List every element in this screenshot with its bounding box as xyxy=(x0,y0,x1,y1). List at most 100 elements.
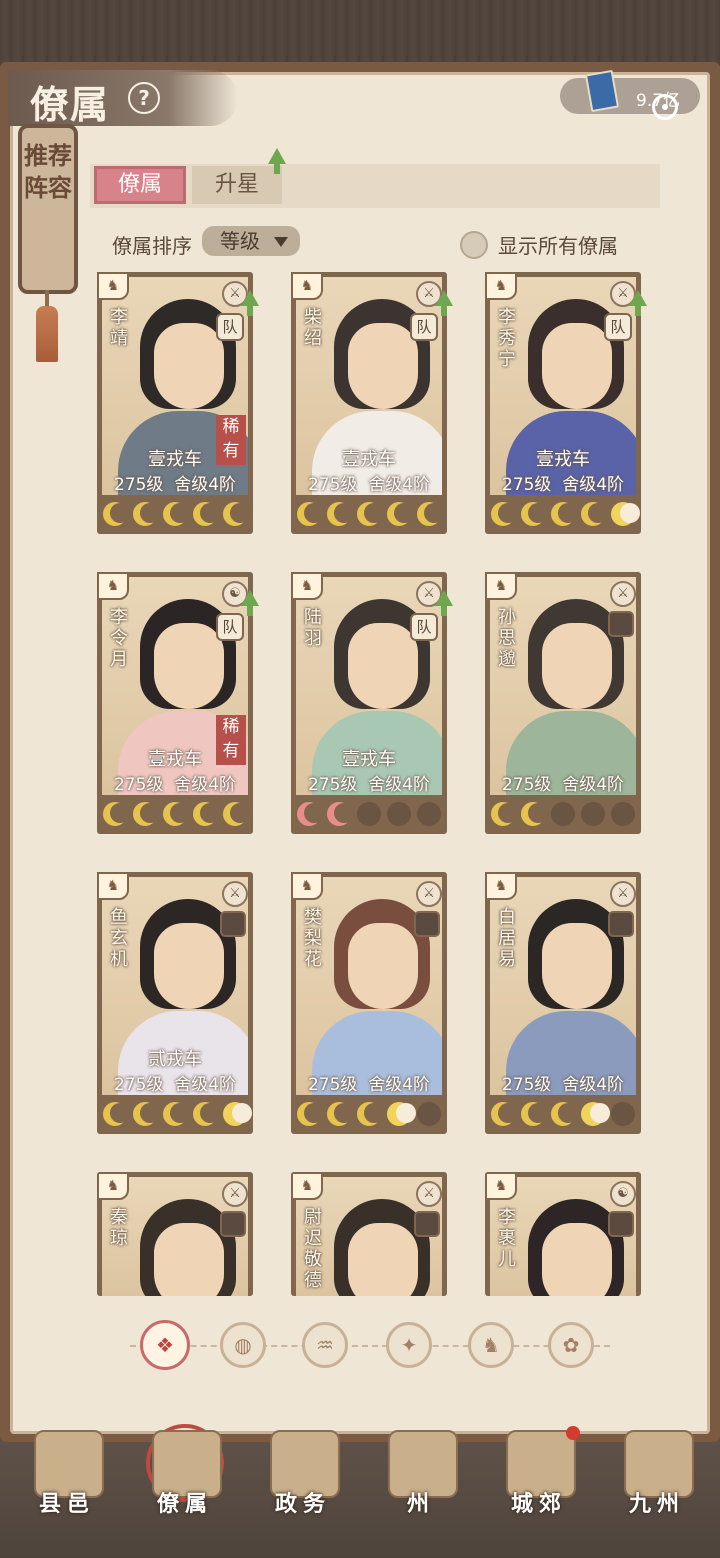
house-level: 舍级4阶 xyxy=(368,475,431,495)
moon-icon xyxy=(521,1102,548,1126)
floating-menu-icon[interactable] xyxy=(652,94,678,120)
nav-item[interactable]: 县邑 xyxy=(12,1422,122,1542)
sort-value: 等级 xyxy=(220,229,260,253)
moon-icon xyxy=(551,502,578,526)
level-and-house: 275级 舍级4阶 xyxy=(102,770,248,795)
moon-icon xyxy=(133,802,160,826)
star-moons xyxy=(297,1102,441,1128)
team-tag: 队 xyxy=(410,313,438,341)
portrait-face xyxy=(154,1223,224,1296)
portrait: 李 秀 宁 ⚔ 队壹戎车 275级 舍级4阶 xyxy=(490,277,636,495)
moon-icon xyxy=(357,802,381,826)
moon-icon xyxy=(163,502,190,526)
moon-icon xyxy=(327,502,354,526)
retainer-name: 樊 梨 花 xyxy=(304,907,322,970)
faction-4-icon[interactable]: ♞ xyxy=(468,1322,514,1368)
all-icon[interactable]: ❖ xyxy=(140,1320,190,1370)
bookmark-label: 推荐阵容 xyxy=(24,141,72,202)
page-title: 僚属 xyxy=(30,82,111,127)
moon-icon xyxy=(357,1102,384,1126)
retainer-card[interactable]: 秦 琼 ⚔ ♞ xyxy=(97,1172,253,1296)
chariot-rank: 壹戎车 xyxy=(342,449,396,470)
show-all-toggle[interactable] xyxy=(460,231,488,259)
portrait: 柴 绍 ⚔ 队壹戎车 275级 舍级4阶 xyxy=(296,277,442,495)
moon-icon xyxy=(133,1102,160,1126)
faction-3-icon[interactable]: ✦ xyxy=(386,1322,432,1368)
nav-item[interactable]: 政务 xyxy=(248,1422,358,1542)
retainer-card[interactable]: 尉 迟 敬 德 ⚔ ♞ xyxy=(291,1172,447,1296)
retainer-card[interactable]: 李 裹 儿 ☯ ♞ xyxy=(485,1172,641,1296)
retainer-card[interactable]: 柴 绍 ⚔ 队壹戎车 275级 舍级4阶 ♞ xyxy=(291,272,447,534)
retainer-card[interactable]: 白 居 易 ⚔ 275级 舍级4阶 ♞ xyxy=(485,872,641,1134)
nav-item[interactable]: 九州 xyxy=(602,1422,712,1542)
moon-icon xyxy=(521,802,548,826)
retainer-card[interactable]: 李 秀 宁 ⚔ 队壹戎车 275级 舍级4阶 ♞ xyxy=(485,272,641,534)
weapon-icon: ⚔ xyxy=(610,581,636,607)
faction-icon: ♞ xyxy=(291,272,323,300)
level-and-house: 275级 舍级4阶 xyxy=(490,770,636,795)
weapon-icon: ⚔ xyxy=(222,881,248,907)
level-value: 275级 xyxy=(307,1075,358,1095)
retainer-card[interactable]: 陆 羽 ⚔ 队壹戎车 275级 舍级4阶 ♞ xyxy=(291,572,447,834)
portrait-face xyxy=(154,623,224,709)
tab-star-up[interactable]: 升星 xyxy=(192,166,282,204)
moon-icon xyxy=(133,502,160,526)
nav-label: 政务 xyxy=(274,1491,331,1517)
weapon-icon: ⚔ xyxy=(222,1181,248,1207)
level-and-house: 275级 舍级4阶 xyxy=(296,770,442,795)
sort-dropdown[interactable]: 等级 xyxy=(202,226,300,256)
level-and-house: 275级 舍级4阶 xyxy=(296,1070,442,1095)
moon-icon xyxy=(491,1102,518,1126)
portrait-face xyxy=(348,323,418,409)
nav-label: 城郊 xyxy=(510,1491,567,1517)
faction-icon: ♞ xyxy=(97,272,129,300)
help-button[interactable]: ? xyxy=(128,82,160,114)
portrait-face xyxy=(542,623,612,709)
retainer-card[interactable]: 李 靖 ⚔ 队稀 有壹戎车 275级 舍级4阶 ♞ xyxy=(97,272,253,534)
portrait-face xyxy=(542,1223,612,1296)
portrait: 樊 梨 花 ⚔ 275级 舍级4阶 xyxy=(296,877,442,1095)
moon-icon xyxy=(611,502,640,526)
level-value: 275级 xyxy=(307,475,358,495)
portrait: 李 令 月 ☯ 队稀 有壹戎车 275级 舍级4阶 xyxy=(102,577,248,795)
tab-retainers[interactable]: 僚属 xyxy=(94,166,186,204)
house-level: 舍级4阶 xyxy=(174,1075,237,1095)
retainer-card[interactable]: 孙 思 邈 ⚔ 275级 舍级4阶 ♞ xyxy=(485,572,641,834)
moon-icon xyxy=(387,502,414,526)
mentor-avatar xyxy=(608,611,634,637)
faction-icon: ♞ xyxy=(291,572,323,600)
house-level: 舍级4阶 xyxy=(174,475,237,495)
faction-5-icon[interactable]: ✿ xyxy=(548,1322,594,1368)
upgrade-arrow-icon xyxy=(435,290,453,316)
moon-icon xyxy=(611,802,635,826)
retainer-card[interactable]: 李 令 月 ☯ 队稀 有壹戎车 275级 舍级4阶 ♞ xyxy=(97,572,253,834)
upgrade-arrow-icon xyxy=(435,590,453,616)
retainer-name: 李 秀 宁 xyxy=(498,307,516,370)
moon-icon xyxy=(581,1102,610,1126)
show-all-label: 显示所有僚属 xyxy=(498,234,618,258)
moon-icon xyxy=(163,802,190,826)
nav-item[interactable]: 城郊 xyxy=(484,1422,594,1542)
nav-item[interactable]: 州 xyxy=(366,1422,476,1542)
retainer-name: 孙 思 邈 xyxy=(498,607,516,670)
moon-icon xyxy=(297,802,324,826)
moon-icon xyxy=(103,1102,130,1126)
moon-icon xyxy=(223,1102,252,1126)
chariot-rank: 壹戎车 xyxy=(148,749,202,770)
retainer-card[interactable]: 鱼 玄 机 ⚔ 贰戎车 275级 舍级4阶 ♞ xyxy=(97,872,253,1134)
faction-2-icon[interactable]: ♒ xyxy=(302,1322,348,1368)
moon-icon xyxy=(193,502,220,526)
team-tag: 队 xyxy=(216,613,244,641)
house-level: 舍级4阶 xyxy=(562,475,625,495)
nav-item[interactable]: 僚属 xyxy=(130,1422,240,1542)
moon-icon xyxy=(417,1102,441,1126)
level-value: 275级 xyxy=(113,1075,164,1095)
faction-1-icon[interactable]: ◍ xyxy=(220,1322,266,1368)
retainer-card[interactable]: 樊 梨 花 ⚔ 275级 舍级4阶 ♞ xyxy=(291,872,447,1134)
portrait-face xyxy=(154,323,224,409)
level-value: 275级 xyxy=(501,775,552,795)
level-value: 275级 xyxy=(501,1075,552,1095)
nav-label: 县邑 xyxy=(38,1491,95,1517)
team-tag: 队 xyxy=(216,313,244,341)
house-level: 舍级4阶 xyxy=(368,775,431,795)
